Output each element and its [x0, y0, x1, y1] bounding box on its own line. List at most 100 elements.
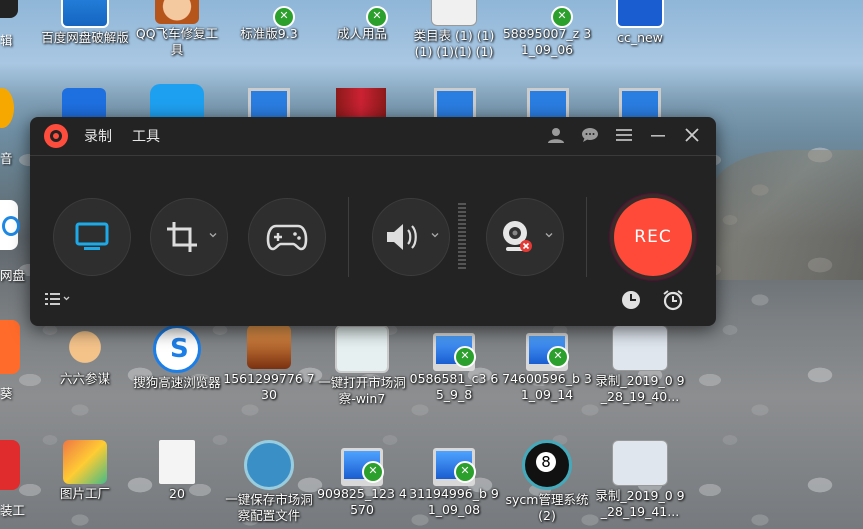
remote-desktop-icon: ✕	[526, 333, 569, 371]
remote-desktop-icon: ✕	[340, 0, 388, 28]
desktop-icon-biaozhun[interactable]: ✕ 标准版9.3	[223, 0, 315, 42]
remote-badge-icon: ✕	[362, 461, 384, 483]
screen-mode-button[interactable]	[53, 198, 131, 276]
edge-icon-baidu[interactable]	[0, 200, 20, 250]
desktop-icon-58895007[interactable]: ✕ 58895007_z 31_09_06	[501, 0, 593, 58]
rec-button[interactable]: REC	[614, 198, 692, 276]
speaker-icon	[387, 224, 417, 250]
icon-label: 58895007_z 31_09_06	[502, 26, 592, 57]
thumbs-up-icon	[63, 325, 107, 369]
desktop-icon-sycm[interactable]: 8 sycm管理系统 (2)	[501, 440, 593, 524]
desktop-icon-row2-monitor3[interactable]	[527, 88, 569, 119]
webcam-icon	[503, 221, 532, 252]
chart-app-icon	[244, 440, 294, 490]
clock-icon	[622, 291, 640, 309]
list-icon	[45, 293, 70, 305]
desktop-icon-909825[interactable]: ✕ 909825_123 4570	[316, 440, 408, 518]
desktop-icon-chengren[interactable]: ✕ 成人用品	[316, 0, 408, 42]
icon-label: cc_new	[617, 30, 663, 45]
chevron-down-icon[interactable]	[209, 231, 217, 239]
minimize-button[interactable]	[648, 125, 668, 145]
desktop-icon-ccnew[interactable]: cc_new	[594, 0, 686, 46]
mode-list-button[interactable]	[44, 291, 72, 313]
close-button[interactable]	[682, 125, 702, 145]
edge-icon-tool[interactable]	[0, 440, 20, 490]
desktop-icon-row2-winrar[interactable]	[336, 88, 386, 118]
desktop-icon-baidu[interactable]: 百度网盘破解版	[39, 0, 131, 46]
desktop-icon-row2-xw[interactable]	[62, 88, 106, 118]
desktop-icon-leimu[interactable]: 类目表 (1) (1) (1) (1)(1) (1)	[408, 0, 500, 60]
desktop-icon-row2-monitor1[interactable]	[248, 88, 290, 119]
sogou-browser-icon: S	[153, 325, 201, 373]
edge-label-4: 葵	[0, 386, 13, 401]
region-select-button[interactable]	[150, 198, 228, 276]
game-mode-button[interactable]	[248, 198, 326, 276]
icon-label: 909825_123 4570	[317, 486, 407, 517]
icon-label: 搜狗高速浏览器	[133, 375, 221, 390]
remote-badge-icon: ✕	[454, 461, 476, 483]
desktop-icon-row2-monitor2[interactable]	[434, 88, 476, 119]
remote-desktop-icon: ✕	[247, 0, 295, 28]
remote-badge-icon: ✕	[366, 6, 388, 28]
chevron-down-icon[interactable]	[545, 231, 553, 239]
menu-button[interactable]	[614, 125, 634, 145]
remote-desktop-icon: ✕	[341, 448, 384, 486]
icon-label: 录制_2019_0 9_28_19_41...	[595, 488, 685, 519]
icon-label: 录制_2019_0 9_28_19_40...	[595, 373, 685, 404]
desktop-icon-1561[interactable]: 1561299776 730	[223, 325, 315, 403]
section-divider	[586, 197, 587, 277]
chevron-down-icon[interactable]	[431, 231, 439, 239]
desktop-icon-tupian[interactable]: 图片工厂	[39, 440, 131, 502]
desktop-icon-luzhi1[interactable]: 录制_2019_0 9_28_19_40...	[594, 325, 686, 405]
remote-badge-icon: ✕	[273, 6, 295, 28]
history-button[interactable]	[620, 289, 642, 311]
scheduled-task-button[interactable]	[662, 289, 684, 311]
minimize-icon	[651, 135, 665, 137]
video-file-icon	[612, 325, 668, 371]
edge-icon-sunflower[interactable]	[0, 320, 20, 374]
desktop-icon-sogou[interactable]: S 搜狗高速浏览器	[131, 325, 223, 391]
desktop-icon-yijianbaocun[interactable]: 一键保存市场洞察配置文件	[223, 440, 315, 524]
section-divider	[348, 197, 349, 277]
document-blue-icon	[616, 0, 664, 28]
icon-label: QQ飞车修复工具	[135, 26, 219, 57]
desktop-icon-qqfeiche[interactable]: QQ飞车修复工具	[131, 0, 223, 58]
desktop-icon-row2-share[interactable]	[150, 84, 204, 118]
menu-record[interactable]: 录制	[84, 126, 112, 146]
webcam-button[interactable]	[486, 198, 564, 276]
menu-tools[interactable]: 工具	[132, 126, 160, 146]
desktop-icon-yijian[interactable]: 一键打开市场洞察-win7	[316, 325, 408, 407]
icon-label: 六六参谋	[59, 371, 110, 386]
alarm-clock-icon	[663, 290, 683, 311]
system-audio-button[interactable]	[372, 198, 450, 276]
desktop-icon-0586581[interactable]: ✕ 0586581_c3 65_9_8	[408, 325, 500, 403]
desktop-icon-31194996[interactable]: ✕ 31194996_b 91_09_08	[408, 440, 500, 518]
image-file-icon	[247, 325, 291, 369]
desktop-icon-20[interactable]: 20	[131, 440, 223, 502]
chat-bubble-icon	[582, 128, 598, 142]
edge-icon-yellow[interactable]	[0, 88, 14, 128]
title-divider	[30, 155, 716, 156]
icon-label: 标准版9.3	[240, 26, 298, 41]
desktop-icon-74600596[interactable]: ✕ 74600596_b 31_09_14	[501, 325, 593, 403]
audio-level-meter	[458, 203, 466, 271]
app-window-icon	[335, 325, 389, 373]
user-icon	[548, 128, 564, 143]
title-bar[interactable]: 录制 工具	[30, 117, 716, 155]
desktop-icon-liuliu[interactable]: 六六参谋	[39, 325, 131, 387]
desktop-icon-luzhi2[interactable]: 录制_2019_0 9_28_19_41...	[594, 440, 686, 520]
icon-label: 类目表 (1) (1) (1) (1)(1) (1)	[413, 28, 495, 59]
photo-factory-icon	[63, 440, 107, 484]
feedback-button[interactable]	[580, 125, 600, 145]
edge-icon-top[interactable]	[0, 0, 18, 18]
icon-label: 20	[169, 486, 185, 501]
blank-file-icon	[159, 440, 195, 484]
user-button[interactable]	[546, 125, 566, 145]
baidu-pan-icon	[61, 0, 109, 28]
remote-badge-icon: ✕	[454, 346, 476, 368]
icon-label: 一键保存市场洞察配置文件	[225, 492, 313, 523]
remote-desktop-icon: ✕	[525, 0, 573, 28]
edge-label-5: 装工	[0, 503, 26, 518]
recorder-logo-icon	[44, 124, 68, 148]
desktop-icon-row2-monitor4[interactable]	[619, 88, 661, 119]
